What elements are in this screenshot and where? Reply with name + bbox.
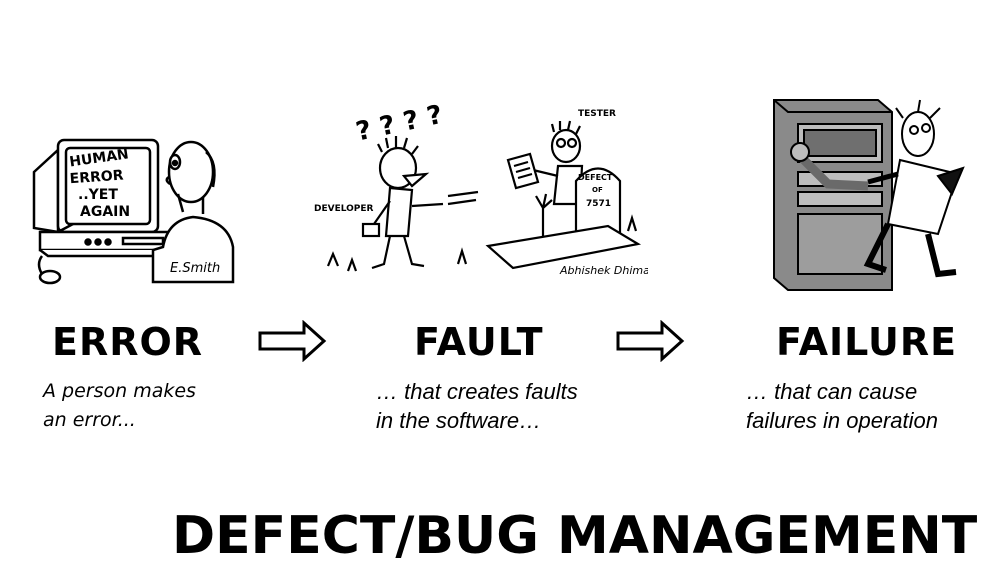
tomb-text-3: 7571 [586, 199, 611, 209]
banner-title: DEFECT/BUG MANAGEMENT [172, 506, 978, 566]
stage-title-error: ERROR [52, 320, 204, 364]
caption-line: in the software… [376, 408, 542, 433]
stage-caption-error: A person makes an error... [43, 377, 196, 435]
right-arrow-icon [616, 320, 685, 362]
tester-label: TESTER [578, 109, 616, 119]
stage-caption-failure: … that can cause failures in operation [746, 377, 938, 435]
stage-caption-fault: … that creates faults in the software… [376, 377, 578, 435]
right-arrow-icon [258, 320, 327, 362]
caption-line: an error... [43, 409, 136, 431]
stage-title-fault: FAULT [414, 320, 544, 364]
tomb-text-2: OF [592, 186, 603, 194]
fault-illustration: ? ? ? ? DEVELOPER TESTER DEFECT OF 7571 … [314, 100, 648, 277]
tomb-text-1: DEFECT [578, 173, 613, 182]
signature-text: E.Smith [170, 261, 220, 276]
question-marks: ? ? ? ? [353, 100, 445, 148]
screen-text-3: ..YET [78, 187, 118, 203]
error-illustration: HUMAN ERROR ..YET AGAIN E.Smith [32, 138, 235, 285]
failure-illustration [773, 99, 965, 291]
caption-line: … that can cause [746, 379, 918, 404]
caption-line: … that creates faults [376, 379, 578, 404]
developer-label: DEVELOPER [314, 204, 374, 214]
artist-signature: Abhishek Dhimas [559, 264, 648, 277]
screen-text-4: AGAIN [80, 204, 130, 220]
caption-line: failures in operation [746, 408, 939, 433]
caption-line: A person makes [43, 380, 196, 402]
stage-title-failure: FAILURE [776, 320, 958, 364]
